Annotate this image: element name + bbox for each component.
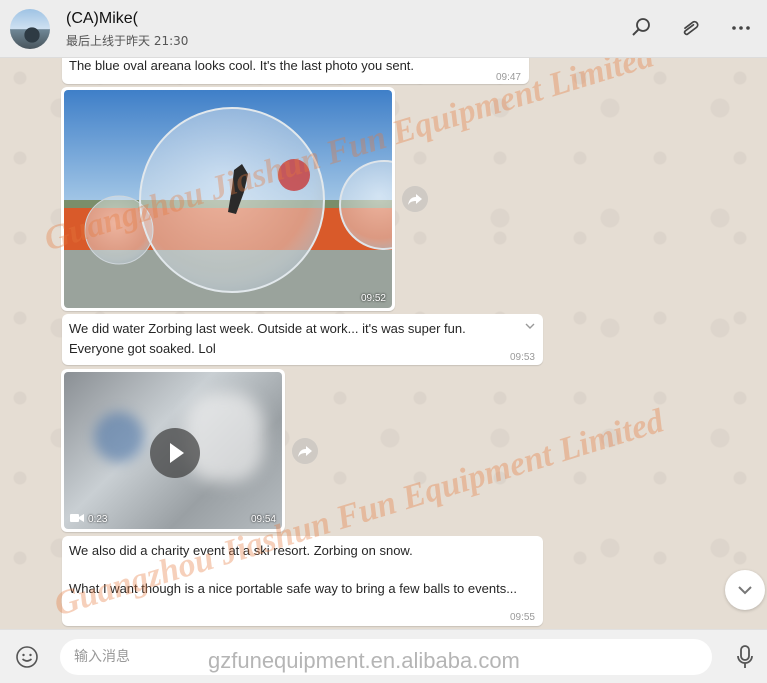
message-bubble[interactable]: We did water Zorbing last week. Outside … (62, 314, 543, 365)
avatar[interactable] (10, 9, 50, 49)
message-bubble[interactable]: We also did a charity event at a ski res… (62, 536, 543, 626)
video-thumbnail[interactable]: 0:23 09:54 (64, 372, 282, 529)
video-message[interactable]: 0:23 09:54 (61, 369, 285, 532)
image-time: 09:52 (360, 293, 386, 304)
chat-area[interactable]: The blue oval areana looks cool. It's th… (0, 58, 767, 629)
forward-icon[interactable] (402, 186, 428, 212)
chevron-down-icon (738, 586, 752, 595)
contact-name[interactable]: (CA)Mike( (66, 10, 138, 28)
search-icon[interactable] (629, 16, 653, 40)
video-time: 09:54 (250, 514, 276, 525)
message-text: What I want though is a nice portable sa… (69, 581, 518, 596)
message-text: The blue oval areana looks cool. It's th… (69, 58, 415, 73)
zorb-photo[interactable]: 09:52 (64, 90, 392, 308)
message-text: We did water Zorbing last week. Outside … (69, 321, 466, 356)
zorb-ball-image (64, 90, 392, 308)
forward-icon[interactable] (292, 438, 318, 464)
play-button[interactable] (150, 428, 200, 478)
scroll-down-button[interactable] (725, 570, 765, 610)
video-duration: 0:23 (88, 514, 108, 525)
message-bubble[interactable]: The blue oval areana looks cool. It's th… (62, 58, 529, 84)
chevron-down-icon[interactable] (525, 322, 535, 330)
last-seen-status: 最后上线于昨天 21:30 (66, 34, 189, 48)
emoji-icon[interactable] (15, 645, 39, 669)
chat-header: (CA)Mike( 最后上线于昨天 21:30 (0, 0, 767, 58)
more-icon[interactable] (729, 16, 753, 40)
image-message[interactable]: 09:52 (61, 87, 395, 311)
composer-bar: gzfunequipment.en.alibaba.com (0, 629, 767, 683)
paperclip-icon[interactable] (679, 16, 703, 40)
message-text: We also did a charity event at a ski res… (69, 543, 413, 558)
message-input[interactable] (60, 639, 712, 675)
microphone-icon[interactable] (735, 644, 755, 670)
video-camera-icon (70, 514, 84, 522)
message-time: 09:55 (509, 612, 535, 623)
message-time: 09:53 (509, 352, 535, 363)
message-time: 09:47 (495, 72, 521, 83)
